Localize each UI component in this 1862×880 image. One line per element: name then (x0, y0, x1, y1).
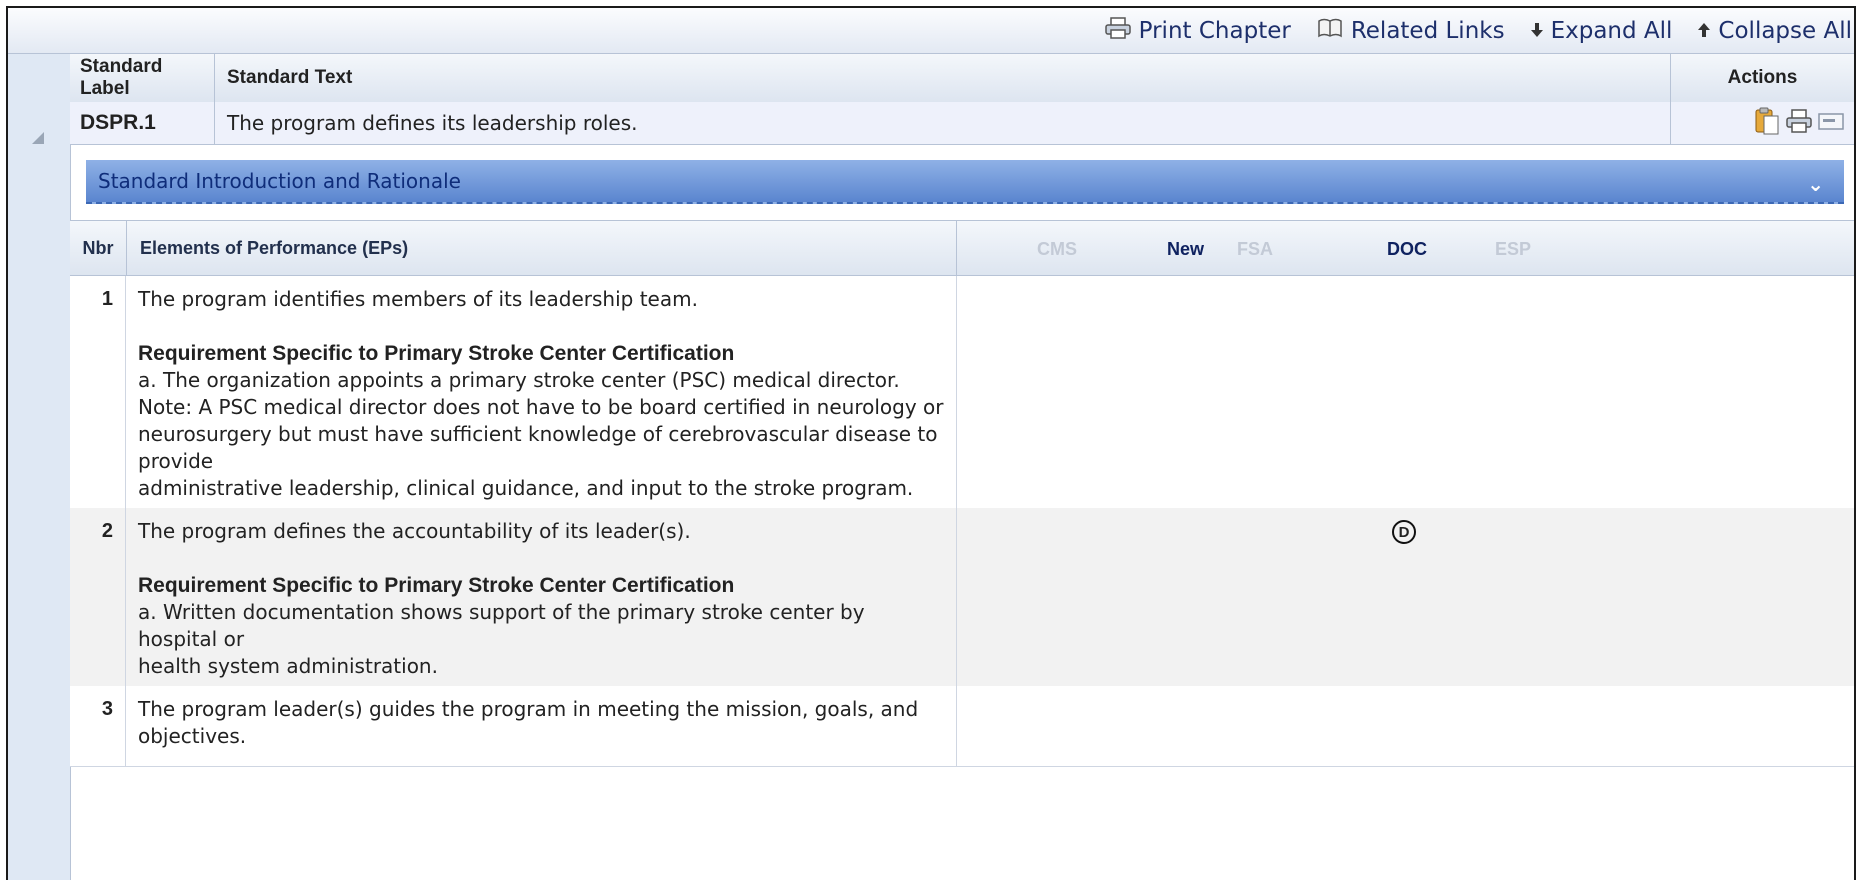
row-gutter (8, 54, 71, 880)
ep-number: 1 (70, 276, 126, 508)
email-icon[interactable] (1818, 111, 1844, 136)
requirement-line: health system administration. (138, 654, 438, 678)
ep-flags (956, 276, 1854, 508)
arrow-up-icon (1698, 18, 1711, 44)
ep-table-header: Nbr Elements of Performance (EPs) CMS Ne… (70, 221, 1854, 276)
ep-statement: The program identifies members of its le… (138, 287, 698, 311)
ep-table: Nbr Elements of Performance (EPs) CMS Ne… (70, 220, 1854, 880)
requirement-line: administrative leadership, clinical guid… (138, 476, 914, 500)
related-links-button[interactable]: Related Links (1317, 17, 1505, 45)
flag-fsa: FSA (1237, 239, 1273, 259)
ep-text: The program leader(s) guides the program… (126, 686, 956, 766)
chevron-down-icon[interactable]: ⌄ (1807, 172, 1824, 196)
print-chapter-button[interactable]: Print Chapter (1104, 16, 1291, 45)
collapse-all-button[interactable]: Collapse All (1698, 18, 1852, 44)
arrow-down-icon (1530, 18, 1543, 44)
standard-label: DSPR.1 (70, 102, 215, 144)
toolbar: Print Chapter Related Links Expand All C… (8, 8, 1854, 54)
documentation-required-icon: D (1392, 520, 1416, 544)
standards-panel: Print Chapter Related Links Expand All C… (6, 6, 1856, 880)
actions-header: Actions (1670, 54, 1854, 102)
standard-introduction-label: Standard Introduction and Rationale (98, 169, 461, 193)
flag-cms: CMS (1037, 239, 1077, 259)
nbr-header: Nbr (70, 221, 127, 275)
printer-icon[interactable] (1786, 108, 1812, 138)
eps-header: Elements of Performance (EPs) (140, 237, 409, 258)
requirement-line: Note: A PSC medical director does not ha… (138, 395, 944, 419)
flag-new: New (1167, 239, 1205, 259)
ep-flags: D (956, 508, 1854, 686)
related-links-label: Related Links (1350, 17, 1505, 44)
book-icon (1317, 17, 1343, 45)
standard-text: The program defines its leadership roles… (227, 111, 638, 135)
flag-esp: ESP (1495, 239, 1532, 259)
expand-all-button[interactable]: Expand All (1530, 17, 1673, 44)
standard-row[interactable]: DSPR.1 The program defines its leadershi… (70, 102, 1854, 145)
collapse-all-label: Collapse All (1718, 17, 1852, 44)
expand-all-label: Expand All (1550, 17, 1673, 44)
standard-introduction-toggle[interactable]: Standard Introduction and Rationale ⌄ (86, 160, 1844, 204)
standard-label-header[interactable]: Standard Label (70, 54, 215, 102)
ep-text: The program identifies members of its le… (126, 276, 956, 508)
ep-statement: The program leader(s) guides the program… (138, 697, 919, 748)
ep-number: 3 (70, 686, 126, 766)
ep-flags (956, 686, 1854, 766)
requirement-line: a. The organization appoints a primary s… (138, 368, 900, 392)
printer-icon (1104, 16, 1131, 45)
ep-row: 3 The program leader(s) guides the progr… (70, 686, 1854, 767)
flag-doc: DOC (1387, 239, 1427, 259)
requirement-title: Requirement Specific to Primary Stroke C… (138, 342, 735, 365)
print-chapter-label: Print Chapter (1138, 17, 1291, 44)
standard-text-header[interactable]: Standard Text (215, 54, 1670, 102)
ep-number: 2 (70, 508, 126, 686)
clipboard-icon[interactable] (1754, 107, 1780, 140)
requirement-line: a. Written documentation shows support o… (138, 600, 865, 651)
ep-flags-header: CMS New FSA DOC ESP (956, 221, 1854, 275)
requirement-title: Requirement Specific to Primary Stroke C… (138, 574, 735, 597)
ep-text: The program defines the accountability o… (126, 508, 956, 686)
ep-row: 1 The program identifies members of its … (70, 276, 1854, 509)
standards-table-header: Standard Label Standard Text Actions (70, 54, 1854, 103)
requirement-line: neurosurgery but must have sufficient kn… (138, 422, 938, 473)
standard-actions (1670, 102, 1854, 144)
ep-statement: The program defines the accountability o… (138, 519, 691, 543)
ep-row: 2 The program defines the accountability… (70, 508, 1854, 687)
collapse-row-icon[interactable] (32, 132, 44, 144)
